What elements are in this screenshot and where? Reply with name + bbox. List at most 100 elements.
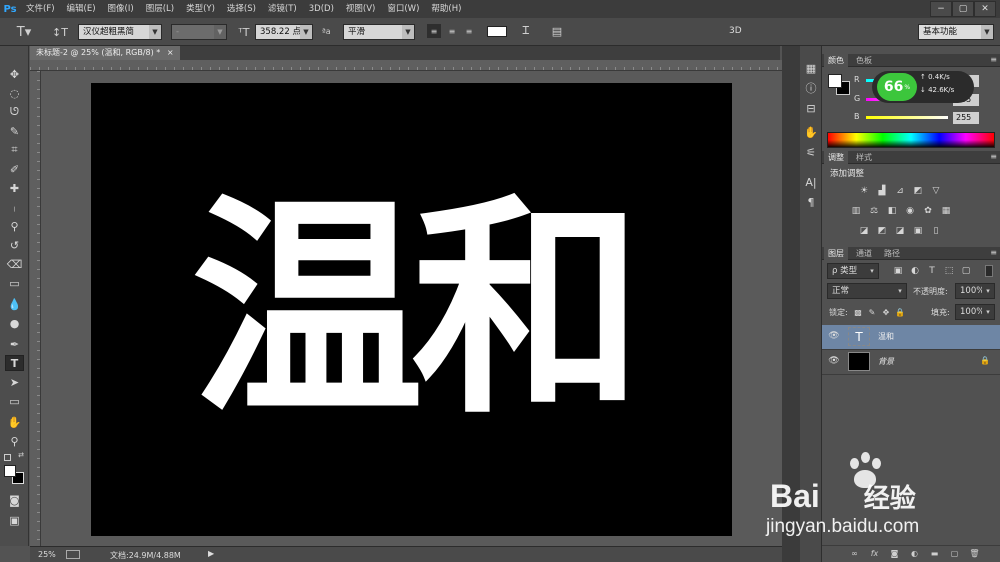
color-spectrum-bar[interactable] (827, 132, 995, 148)
document-profile-icon[interactable] (66, 550, 80, 559)
filter-adjustment-icon[interactable]: ◐ (909, 265, 921, 277)
quick-select-tool-icon[interactable]: ✎ (5, 123, 24, 139)
photo-filter-icon[interactable]: ◉ (904, 205, 916, 217)
close-tab-icon[interactable]: × (167, 48, 174, 57)
path-select-tool-icon[interactable]: ➤ (5, 374, 24, 390)
menu-layer[interactable]: 图层(L) (140, 0, 180, 18)
anti-alias-select[interactable]: 平滑 ▼ (343, 24, 415, 40)
menu-filter[interactable]: 滤镜(T) (262, 0, 303, 18)
levels-icon[interactable]: ▟ (876, 185, 888, 197)
swap-colors-icon[interactable]: ⇄ (17, 451, 25, 459)
align-center-icon[interactable]: ≡ (445, 24, 459, 38)
font-style-select[interactable]: - ▼ (171, 24, 227, 40)
align-right-icon[interactable]: ≡ (462, 24, 476, 38)
tab-paths[interactable]: 路径 (880, 247, 904, 260)
gradient-tool-icon[interactable]: ▭ (5, 275, 24, 291)
character-panel-icon[interactable]: A| (803, 174, 819, 190)
filter-pixel-icon[interactable]: ▣ (892, 265, 904, 277)
history-panel-icon[interactable]: ▦ (803, 60, 819, 76)
font-size-select[interactable]: 358.22 点 ▼ (255, 24, 313, 40)
eraser-tool-icon[interactable]: ⌫ (5, 256, 24, 272)
black-white-icon[interactable]: ◧ (886, 205, 898, 217)
panel-menu-icon[interactable]: ≡ (990, 152, 997, 161)
document-canvas[interactable]: 温和 (91, 83, 732, 536)
align-left-icon[interactable]: ≡ (427, 24, 441, 38)
eye-visibility-icon[interactable]: 👁 (828, 331, 840, 341)
quick-mask-icon[interactable]: ◙ (5, 492, 24, 508)
channel-mixer-icon[interactable]: ✿ (922, 205, 934, 217)
hand-tool-icon[interactable]: ✋ (5, 414, 24, 430)
layer-kind-filter[interactable]: ρ 类型 ▾ (827, 263, 879, 279)
blend-mode-select[interactable]: 正常 ▾ (827, 283, 907, 299)
tab-color[interactable]: 颜色 (824, 54, 848, 67)
curves-icon[interactable]: ⊿ (894, 185, 906, 197)
tab-adjustments[interactable]: 调整 (824, 151, 848, 164)
healing-brush-tool-icon[interactable]: ✚ (5, 180, 24, 196)
opacity-input[interactable]: 100% ▾ (955, 283, 995, 299)
lock-transparent-icon[interactable]: ▩ (852, 306, 864, 318)
adjustment-layer-icon[interactable]: ◐ (908, 548, 921, 559)
filter-smart-object-icon[interactable]: ▢ (960, 265, 972, 277)
fill-input[interactable]: 100% ▾ (955, 304, 995, 320)
lock-pixels-icon[interactable]: ✎ (866, 306, 878, 318)
dodge-tool-icon[interactable]: ● (5, 315, 24, 331)
foreground-color-swatch[interactable] (4, 465, 16, 477)
type-tool-icon[interactable]: T (5, 355, 24, 371)
blur-tool-icon[interactable]: 💧 (5, 296, 24, 312)
menu-edit[interactable]: 编辑(E) (61, 0, 102, 18)
hue-saturation-icon[interactable]: ▥ (850, 205, 862, 217)
delete-layer-icon[interactable]: 🗑 (968, 548, 981, 559)
screen-mode-icon[interactable]: ▣ (5, 512, 24, 528)
lasso-tool-icon[interactable]: ᘎ (5, 104, 24, 120)
brush-tool-icon[interactable]: ᛧ (5, 199, 24, 215)
brush-panel-icon[interactable]: ✋ (803, 124, 819, 140)
link-layers-icon[interactable]: ∞ (848, 548, 861, 559)
info-panel-icon[interactable]: ⓘ (803, 80, 819, 96)
menu-image[interactable]: 图像(I) (102, 0, 140, 18)
brightness-contrast-icon[interactable]: ☀ (858, 185, 870, 197)
gradient-map-icon[interactable]: ▯ (930, 225, 942, 237)
new-group-icon[interactable]: ▬ (928, 548, 941, 559)
canvas-text-layer[interactable]: 温和 (91, 83, 732, 536)
menu-view[interactable]: 视图(V) (340, 0, 381, 18)
marquee-tool-icon[interactable]: ◌ (5, 85, 24, 101)
workspace-select[interactable]: 基本功能 ▼ (918, 24, 994, 40)
filter-shape-icon[interactable]: ⬚ (943, 265, 955, 277)
vibrance-icon[interactable]: ▽ (930, 185, 942, 197)
layer-style-icon[interactable]: fx (868, 548, 881, 559)
3d-mode-label[interactable]: 3D (729, 26, 742, 36)
menu-help[interactable]: 帮助(H) (425, 0, 467, 18)
menu-window[interactable]: 窗口(W) (381, 0, 425, 18)
eye-visibility-icon[interactable]: 👁 (828, 356, 840, 366)
panel-menu-icon[interactable]: ≡ (990, 55, 997, 64)
selective-color-icon[interactable]: ▣ (912, 225, 924, 237)
invert-icon[interactable]: ◪ (858, 225, 870, 237)
filter-type-icon[interactable]: T (926, 265, 938, 277)
menu-select[interactable]: 选择(S) (221, 0, 262, 18)
paragraph-panel-icon[interactable]: ¶ (803, 194, 819, 210)
move-tool-icon[interactable]: ✥ (5, 66, 24, 82)
pen-tool-icon[interactable]: ✒ (5, 336, 24, 352)
layer-name[interactable]: 背景 (878, 356, 894, 367)
minimize-button[interactable]: − (930, 1, 952, 17)
tab-styles[interactable]: 样式 (852, 151, 876, 164)
new-layer-icon[interactable]: ▢ (948, 548, 961, 559)
tab-layers[interactable]: 图层 (824, 247, 848, 260)
exposure-icon[interactable]: ◩ (912, 185, 924, 197)
history-brush-tool-icon[interactable]: ↺ (5, 237, 24, 253)
lock-all-icon[interactable]: 🔒 (894, 306, 906, 318)
layer-name[interactable]: 温和 (878, 331, 894, 342)
layer-row-text[interactable]: 👁 T 温和 (822, 325, 1000, 350)
blue-value[interactable]: 255 (953, 112, 979, 124)
layer-row-background[interactable]: 👁 背景 🔒 (822, 350, 1000, 375)
text-color-swatch[interactable] (487, 26, 507, 37)
document-tab[interactable]: 未标题-2 @ 25% (温和, RGB/8) * × (30, 46, 180, 60)
layer-mask-icon[interactable]: ◙ (888, 548, 901, 559)
brush-presets-icon[interactable]: ⚟ (803, 144, 819, 160)
menu-type[interactable]: 类型(Y) (180, 0, 221, 18)
lock-position-icon[interactable]: ✥ (880, 306, 892, 318)
warp-text-icon[interactable]: Ꮖ (518, 23, 534, 39)
character-panel-icon[interactable]: ▤ (550, 23, 564, 39)
crop-tool-icon[interactable]: ⌗ (5, 142, 24, 158)
clone-stamp-tool-icon[interactable]: ⚲ (5, 218, 24, 234)
